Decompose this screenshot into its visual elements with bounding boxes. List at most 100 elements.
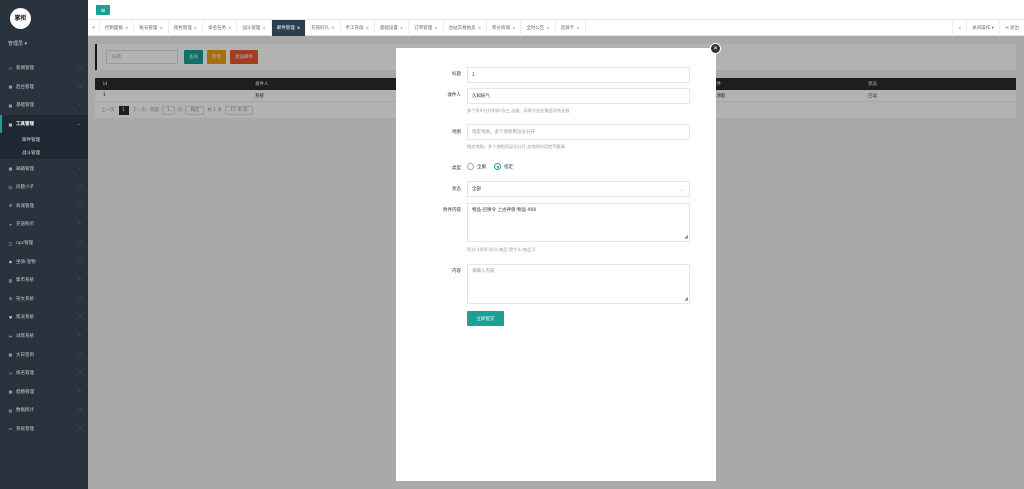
tab[interactable]: 积分商城 ⊗ [487,19,522,36]
tab-label: 订单管理 [414,25,433,31]
sidebar-item[interactable]: ⚯ 试炼系统 ‹ [0,327,88,346]
tab[interactable]: 排名任务 ⊗ [203,19,238,36]
close-tab-icon[interactable]: ⊗ [262,25,265,30]
chevron-left-icon: ‹ [79,202,81,209]
hamburger-icon[interactable]: ≡ [96,5,110,15]
tab[interactable]: 账号管理 ⊗ [134,19,169,36]
grid-icon: ▦ [8,84,13,90]
chevron-left-icon: ‹ [79,370,81,377]
radio-all[interactable]: 全服 [467,163,486,170]
group-icon: ⚇ [8,65,13,71]
attach-label: 附件内容 [443,208,461,213]
close-tab-icon[interactable]: ⊗ [576,25,579,30]
sidebar-item[interactable]: ▦ 结婚管理 ‹ [0,383,88,402]
tab-next-icon[interactable]: » [952,20,966,36]
close-tab-icon[interactable]: ⊗ [478,25,481,30]
close-tab-icon[interactable]: ⊗ [125,25,128,30]
sidebar-item[interactable]: ▭ 系统管理 ‹ [0,420,88,439]
close-tab-icon[interactable]: ⊗ [297,25,300,30]
close-tab-icon[interactable]: ⊗ [546,25,549,30]
close-tab-icon[interactable]: ⊗ [512,25,515,30]
receiver-field[interactable]: 久如妖气 [467,88,690,104]
sidebar-item-label: 集市系统 [16,278,34,284]
chevron-left-icon: ‹ [79,240,81,247]
map-field[interactable]: 指定地图。多个地图用逗号分开 [467,124,690,140]
sidebar-item-label: 邮箱管理 [16,166,34,172]
chevron-left-icon: ‹ [79,314,81,321]
close-tab-icon[interactable]: ⊗ [331,25,334,30]
sidebar-item[interactable]: ▦ 基础管理 ‹ [0,96,88,115]
submenu-item[interactable]: 邮件管理 [0,133,88,146]
sidebar-item[interactable]: ▤ 数据统计 ‹ [0,401,88,420]
chevron-left-icon: ‹ [79,258,81,265]
sidebar-item[interactable]: ▦ 邮箱管理 ‹ [0,159,88,178]
submit-button[interactable]: 立即提交 [467,311,504,326]
title-field[interactable]: 1 [467,67,690,83]
attach-textarea[interactable]: 物品-召唤令 上古神兽-物品-900 ◢ [467,203,690,242]
sidebar-item[interactable]: □ npc管理 ‹ [0,234,88,253]
sidebar-item[interactable]: ✲ 商城管理 ‹ [0,197,88,216]
tab[interactable]: 台站交易拍卖 ⊗ [444,19,487,36]
tab[interactable]: 战斗管理 ⊗ [237,19,272,36]
tab[interactable]: 角色管理 ⊗ [169,19,204,36]
tab-right-tools: » 关闭操作 ▾ ⇥ 退出 [952,20,1024,36]
close-ops-dropdown[interactable]: 关闭操作 ▾ [966,20,999,36]
logout-button[interactable]: ⇥ 退出 [998,20,1024,36]
tab[interactable]: 控制面板 ⊗ [100,19,135,36]
sidebar-item[interactable]: ⚇ 新闻管理 ‹ [0,59,88,78]
sidebar-item-label: 帮派系统 [16,315,34,321]
content-textarea[interactable]: 请输入内容 ◢ [467,264,690,304]
monitor-icon: ▭ [8,426,13,432]
tab-label: 排名任务 [208,25,227,31]
tab[interactable]: 全时公告 ⊗ [521,19,556,36]
sidebar-item[interactable]: ⚇ 排名管理 ‹ [0,364,88,383]
close-tab-icon[interactable]: ⊗ [228,25,231,30]
sidebar-item[interactable]: ☺ 问题小子 ‹ [0,178,88,197]
sidebar-item-label: 问题小子 [16,185,34,191]
radio-specific[interactable]: 指定 [494,163,513,170]
chevron-left-icon: ‹ [79,333,81,340]
sidebar-item[interactable]: ▦ 后台管理 ‹ [0,78,88,97]
tab[interactable]: 手工充值 ⊗ [341,19,375,36]
tab-prev-icon[interactable]: « [88,19,100,36]
sidebar-item[interactable]: ▥ 集市系统 ‹ [0,271,88,290]
heart-icon: ♥ [8,314,13,320]
close-icon[interactable]: ✕ [710,43,721,54]
tab[interactable]: 充值好礼 ⊗ [306,19,341,36]
resize-grip-icon[interactable]: ◢ [684,235,688,240]
sidebar-item-label: 结婚管理 [16,389,34,395]
sidebar-item[interactable]: ▦ 工具管理 ⌄ [0,114,88,134]
tab[interactable]: 基础设置 ⊗ [375,19,410,36]
sidebar-item-label: 系统管理 [16,426,34,432]
sidebar-item-label: 基础管理 [16,103,34,109]
sidebar-item[interactable]: ◉ 坐骑-宠物 ‹ [0,252,88,271]
sidebar-item[interactable]: ♥ 帮派系统 ‹ [0,308,88,327]
chevron-left-icon: ‹ [79,102,81,109]
close-tab-icon[interactable]: ⊗ [194,25,197,30]
tab-label: 邮件管理 [276,25,295,31]
resize-grip-icon[interactable]: ◢ [684,297,688,302]
sidebar-item[interactable]: ✲ 符文系统 ‹ [0,290,88,309]
admin-user-menu[interactable]: 管理员 ▾ [8,40,27,47]
content-label: 内容 [452,269,461,274]
tab[interactable]: 邮件管理 ⊗ [271,19,307,36]
chevron-left-icon: ‹ [79,83,81,90]
radio-specific-label: 指定 [504,164,513,170]
tab[interactable]: 订单管理 ⊗ [409,19,444,36]
bank-icon: ▥ [8,277,13,283]
close-tab-icon[interactable]: ⊗ [400,25,403,30]
submenu-item[interactable]: 战斗管理 [0,146,88,159]
tab-label: 角色管理 [173,25,192,31]
tab[interactable]: 选择卡 ⊗ [556,19,586,36]
tab-label: 台站交易拍卖 [448,25,476,31]
close-tab-icon[interactable]: ⊗ [159,25,162,30]
status-select[interactable]: 全部 ⌄ [467,181,690,197]
sidebar-item[interactable]: ∞ 充值购买 ‹ [0,215,88,234]
sidebar-item-label: 坐骑-宠物 [16,259,36,265]
user-icon: ☺ [8,184,13,190]
sidebar-item-label: 大日签到 [16,352,34,358]
tab-label: 账号管理 [139,25,158,31]
sidebar-item[interactable]: ▦ 大日签到 ‹ [0,345,88,364]
close-tab-icon[interactable]: ⊗ [366,25,369,30]
close-tab-icon[interactable]: ⊗ [434,25,437,30]
